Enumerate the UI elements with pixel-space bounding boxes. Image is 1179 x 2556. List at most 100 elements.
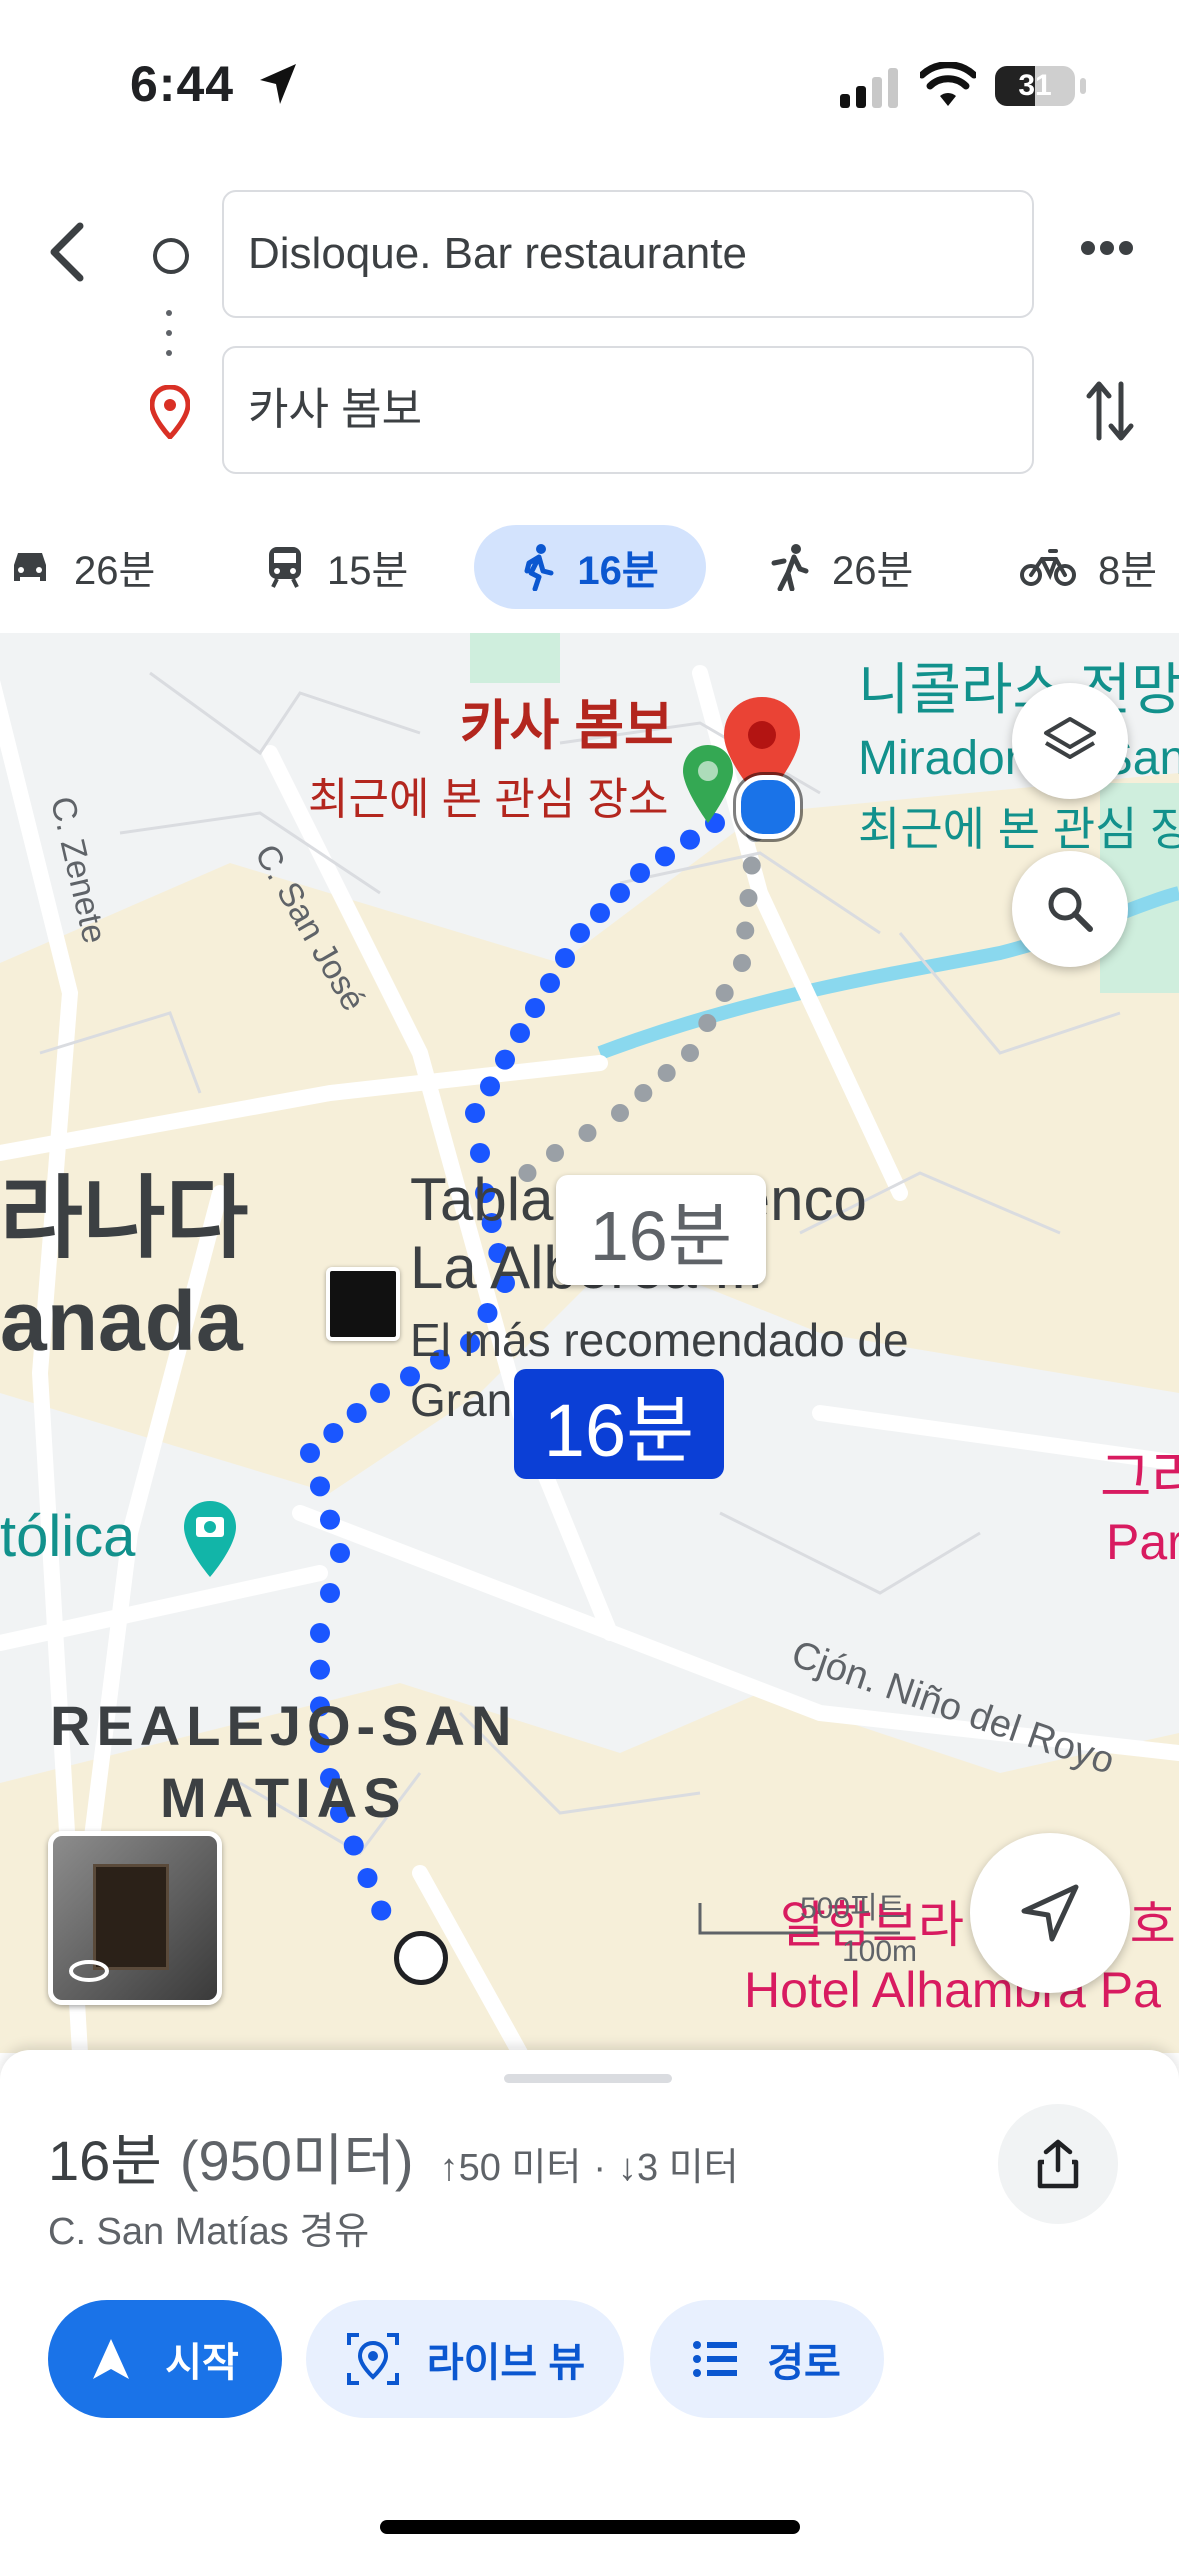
status-time: 6:44 [130,56,235,112]
mode-rideshare-label: 26분 [832,549,914,593]
tablao-thumbnail[interactable] [326,1267,400,1341]
city-label-kr: 라나다 [0,1169,249,1269]
route-dot [357,1868,378,1888]
mode-transit[interactable]: 15분 [265,525,408,609]
route-dot [343,1835,364,1856]
alt-route-dot [681,1044,699,1062]
alt-route-dot [736,921,755,940]
destination-input[interactable]: 카사 봄보 [222,346,1034,474]
street-view-thumbnail[interactable] [48,1831,222,2005]
walking-icon [524,544,554,591]
route-dot [346,1403,367,1423]
origin-dot-icon [153,238,189,274]
mode-drive[interactable]: 26분 [8,525,155,609]
mode-cycle[interactable]: 8분 [1020,525,1157,609]
mirador-subtitle: 최근에 본 관심 장소 [858,803,1179,855]
route-dot [510,1023,530,1043]
destination-map-subtitle: 최근에 본 관심 장소 [308,775,669,824]
route-summary-sheet: 16분 (950미터) ↑ 50 미터 · ↓ 3 미터 C. San Matí… [0,2050,1179,2556]
alt-route-dot [742,856,761,875]
alt-route-dot [657,1064,676,1082]
route-dot [525,998,545,1018]
alt-route-dot [733,954,751,972]
city-label: anada [0,1274,243,1368]
district-label-line1: REALEJO-SAN [50,1694,518,1757]
recenter-button[interactable] [970,1833,1130,1993]
mode-cycle-label: 8분 [1098,549,1158,593]
sheet-drag-handle[interactable] [504,2074,672,2083]
route-dot [570,923,590,943]
wifi-icon [920,62,976,106]
start-button[interactable]: 시작 [48,2300,282,2418]
cellular-signal-icon [840,68,898,108]
connector-dot [166,350,172,356]
steps-button[interactable]: 경로 [650,2300,884,2418]
back-arrow-icon[interactable] [44,220,88,284]
mode-rideshare[interactable]: 26분 [770,525,913,609]
connector-dot [166,330,172,336]
tablao-subtitle-line2: Gran [410,1374,513,1426]
route-dot [330,1543,350,1563]
alt-route-dot [546,1144,564,1162]
live-view-button-label: 라이브 뷰 [426,2341,586,2385]
elevation-up: 50 미터 [458,2147,582,2189]
route-dot [310,1659,330,1680]
layers-button[interactable] [1012,683,1128,799]
route-dot [555,948,575,968]
mode-walk[interactable]: 16분 [474,525,706,609]
alt-route-dot [715,984,734,1002]
route-dot [370,1383,390,1403]
route-dot [320,1509,340,1530]
alt-route-dot [739,889,758,907]
route-dot [371,1900,392,1921]
origin-input[interactable]: Disloque. Bar restaurante [222,190,1034,318]
catolica-label: tólica [0,1504,136,1569]
alt-route-time-label[interactable]: 16분 [556,1175,766,1285]
alt-route-dot [578,1124,597,1142]
camera-poi-icon[interactable] [180,1499,240,1579]
navigation-arrow-icon [1021,1884,1079,1942]
map-search-button[interactable] [1012,851,1128,967]
live-view-icon [346,2333,399,2385]
mode-walk-label: 16분 [577,549,659,593]
train-icon [269,547,301,588]
par-label: Par [1106,1514,1179,1570]
route-dot [320,1583,340,1603]
route-dot [470,1143,490,1163]
route-dot [590,903,610,923]
route-dot [310,1476,330,1497]
map-view[interactable]: C. Zenete C. San José Cjón. Niño del Roy… [0,633,1179,2053]
battery-indicator: 31 [995,66,1075,106]
gra-label: 그라 [1100,1446,1179,1509]
search-icon [1048,887,1093,932]
share-button[interactable] [998,2104,1118,2224]
route-dot [630,863,650,883]
route-distance: (950미터) [179,2129,414,2192]
car-icon [14,553,46,581]
origin-marker [394,1931,448,1985]
route-dot [655,846,675,867]
rotate-360-icon [69,1960,109,1982]
rideshare-icon [771,544,809,591]
route-dot [540,973,560,993]
mode-transit-label: 15분 [327,549,409,593]
list-icon [693,2341,738,2377]
mode-drive-label: 26분 [74,549,156,593]
connector-dot [166,310,172,316]
alt-route-dot [698,1014,717,1032]
live-view-button[interactable]: 라이브 뷰 [306,2300,624,2418]
separator-dot: · [593,2147,606,2189]
route-dot [310,1623,330,1643]
location-arrow-icon [260,64,296,104]
route-dot [300,1443,320,1463]
main-route-time-label[interactable]: 16분 [514,1369,724,1479]
route-duration: 16분 [48,2129,162,2192]
bicycle-icon [1020,549,1076,586]
elevation-down: 3 미터 [637,2147,739,2189]
route-dot [680,829,700,850]
current-location-dot [736,775,800,839]
swap-icon[interactable] [1085,378,1135,444]
more-options-icon[interactable] [1080,240,1134,256]
layers-icon [1044,717,1096,759]
route-dot [495,1049,515,1070]
